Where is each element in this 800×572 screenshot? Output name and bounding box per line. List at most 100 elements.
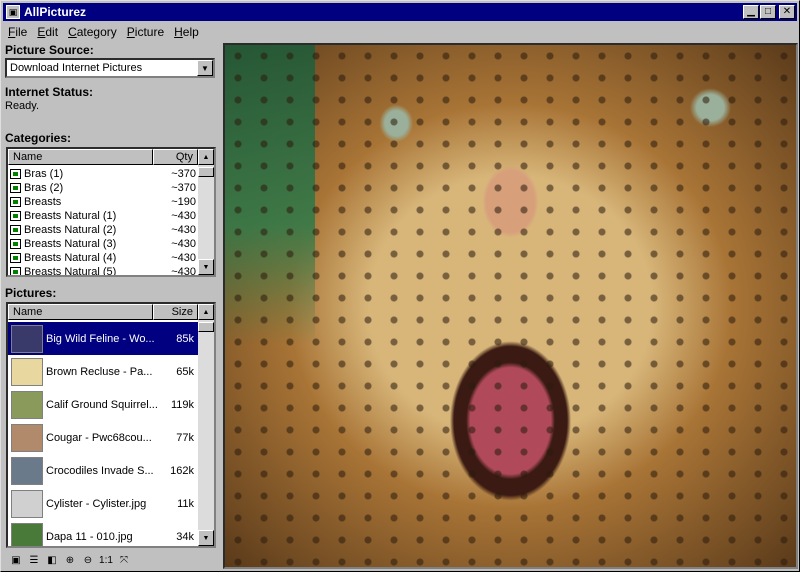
category-icon: [10, 197, 21, 207]
list-item[interactable]: Breasts Natural (4) ~430: [8, 251, 198, 265]
list-item[interactable]: Cougar - Pwc68cou... 77k: [8, 421, 198, 454]
category-name: Breasts Natural (5): [24, 266, 117, 277]
chevron-down-icon[interactable]: ▼: [197, 60, 213, 76]
list-item[interactable]: Breasts Natural (3) ~430: [8, 237, 198, 251]
leopard-image: [225, 45, 796, 567]
menu-label-rest: ile: [15, 25, 28, 39]
list-item[interactable]: Big Wild Feline - Wo... 85k: [8, 322, 198, 355]
category-name: Bras (2): [24, 182, 64, 194]
actual-size-icon[interactable]: 1:1: [97, 552, 115, 568]
split-view-icon[interactable]: ◧: [43, 552, 61, 568]
categories-label: Categories:: [5, 131, 72, 145]
scroll-thumb[interactable]: [198, 322, 214, 332]
scroll-down-icon[interactable]: ▼: [198, 530, 214, 546]
category-name: Breasts: [24, 196, 62, 208]
pictures-header: Name Size: [8, 304, 198, 320]
menu-bar: File Edit Category Picture Help: [3, 22, 797, 42]
thumbnail-view-icon[interactable]: ▣: [7, 552, 25, 568]
window-title: AllPicturez: [24, 5, 87, 19]
list-view-icon[interactable]: ☰: [25, 552, 43, 568]
picture-source-label: Picture Source:: [5, 43, 94, 57]
picture-thumbnail: [11, 522, 43, 546]
list-item[interactable]: Cylister - Cylister.jpg 11k: [8, 487, 198, 520]
list-item[interactable]: Bras (1) ~370: [8, 167, 198, 181]
picture-thumbnail: [11, 489, 43, 518]
view-toolbar: ▣ ☰ ◧ ⊕ ⊖ 1:1 ⤧: [7, 551, 133, 569]
picture-viewer[interactable]: [223, 43, 798, 569]
column-header-qty[interactable]: Qty: [153, 149, 198, 165]
picture-size: 77k: [176, 431, 194, 444]
categories-list[interactable]: Name Qty Bras (1) ~370 Bras (2) ~370 Breas…: [6, 147, 216, 277]
picture-thumbnail: [11, 357, 43, 386]
column-header-name[interactable]: Name: [8, 149, 153, 165]
category-icon: [10, 225, 21, 235]
category-name: Breasts Natural (4): [24, 252, 117, 264]
category-qty: ~430: [171, 266, 196, 277]
picture-size: 11k: [177, 497, 194, 510]
list-item[interactable]: Breasts ~190: [8, 195, 198, 209]
close-button[interactable]: ✕: [779, 5, 795, 19]
category-qty: ~430: [171, 252, 196, 264]
zoom-out-icon[interactable]: ⊖: [79, 552, 97, 568]
scroll-up-icon[interactable]: ▲: [198, 304, 214, 320]
picture-source-value: Download Internet Pictures: [10, 62, 143, 74]
picture-size: 162k: [170, 464, 194, 477]
menu-mnemonic: H: [174, 25, 183, 39]
category-icon: [10, 211, 21, 221]
menu-mnemonic: C: [68, 25, 77, 39]
category-qty: ~430: [171, 224, 196, 236]
scroll-down-icon[interactable]: ▼: [198, 259, 214, 275]
category-icon: [10, 239, 21, 249]
scroll-up-icon[interactable]: ▲: [198, 149, 214, 165]
category-qty: ~430: [171, 210, 196, 222]
picture-name: Dapa 11 - 010.jpg: [46, 530, 133, 543]
category-qty: ~370: [171, 168, 196, 180]
fit-window-icon[interactable]: ⤧: [115, 552, 133, 568]
list-item[interactable]: Crocodiles Invade S... 162k: [8, 454, 198, 487]
list-item[interactable]: Calif Ground Squirrel... 119k: [8, 388, 198, 421]
menu-help[interactable]: Help: [169, 25, 204, 39]
column-header-size[interactable]: Size: [153, 304, 198, 320]
picture-name: Cylister - Cylister.jpg: [46, 497, 147, 510]
minimize-button[interactable]: ▁: [743, 5, 759, 19]
picture-thumbnail: [11, 456, 43, 485]
picture-size: 85k: [176, 332, 194, 345]
picture-thumbnail: [11, 324, 43, 353]
category-icon: [10, 267, 21, 275]
list-item[interactable]: Dapa 11 - 010.jpg 34k: [8, 520, 198, 546]
categories-scrollbar[interactable]: ▲ ▼: [198, 149, 214, 275]
picture-name: Big Wild Feline - Wo...: [46, 332, 155, 345]
picture-name: Cougar - Pwc68cou...: [46, 431, 152, 444]
picture-name: Brown Recluse - Pa...: [46, 365, 153, 378]
picture-size: 65k: [176, 365, 194, 378]
app-window: ▣ AllPicturez ▁ □ ✕ File Edit Category P…: [0, 0, 800, 572]
picture-name: Calif Ground Squirrel...: [46, 398, 158, 411]
menu-picture[interactable]: Picture: [122, 25, 169, 39]
pictures-list[interactable]: Name Size Big Wild Feline - Wo... 85k Bro…: [6, 302, 216, 548]
menu-mnemonic: P: [126, 25, 135, 39]
maximize-button[interactable]: □: [760, 5, 776, 19]
menu-category[interactable]: Category: [63, 25, 122, 39]
category-qty: ~430: [171, 238, 196, 250]
list-item[interactable]: Breasts Natural (2) ~430: [8, 223, 198, 237]
title-bar[interactable]: ▣ AllPicturez ▁ □ ✕: [3, 3, 797, 21]
list-item[interactable]: Breasts Natural (1) ~430: [8, 209, 198, 223]
menu-file[interactable]: File: [3, 25, 32, 39]
list-item[interactable]: Breasts Natural (5) ~430: [8, 265, 198, 277]
list-item[interactable]: Brown Recluse - Pa... 65k: [8, 355, 198, 388]
category-name: Breasts Natural (2): [24, 224, 117, 236]
column-header-name[interactable]: Name: [8, 304, 153, 320]
zoom-in-icon[interactable]: ⊕: [61, 552, 79, 568]
scroll-thumb[interactable]: [198, 167, 214, 177]
menu-label-rest: ategory: [76, 25, 117, 39]
picture-size: 34k: [176, 530, 194, 543]
pictures-scrollbar[interactable]: ▲ ▼: [198, 304, 214, 546]
picture-size: 119k: [170, 398, 194, 411]
menu-edit[interactable]: Edit: [32, 25, 63, 39]
category-qty: ~190: [171, 196, 196, 208]
list-item[interactable]: Bras (2) ~370: [8, 181, 198, 195]
app-icon[interactable]: ▣: [6, 5, 20, 19]
categories-header: Name Qty: [8, 149, 198, 165]
category-icon: [10, 169, 21, 179]
picture-source-dropdown[interactable]: Download Internet Pictures ▼: [5, 58, 215, 78]
